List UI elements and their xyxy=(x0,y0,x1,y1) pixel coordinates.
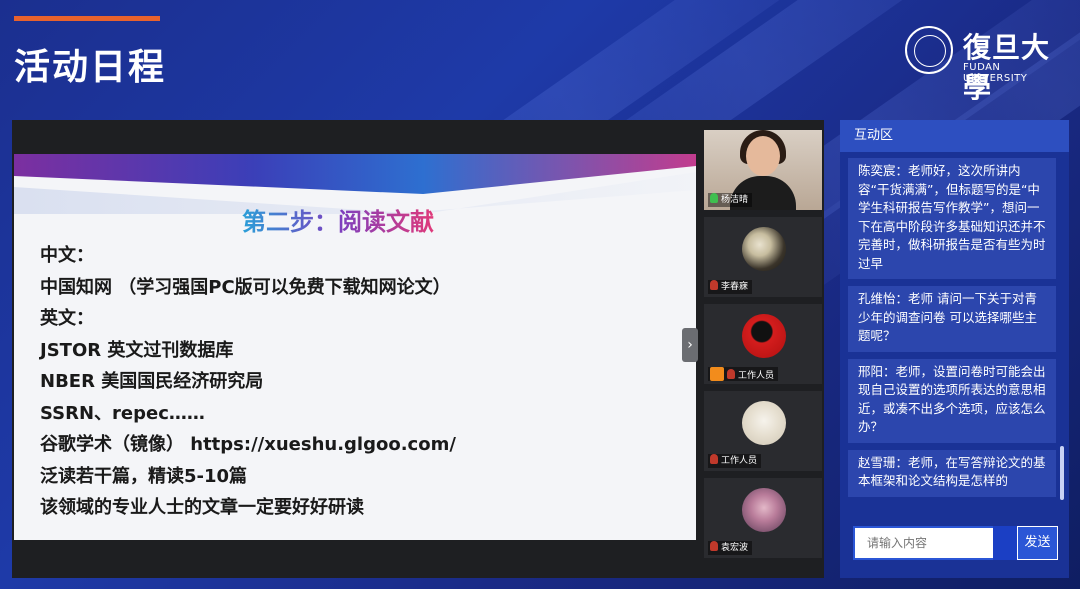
participant-name-tag: 袁宏波 xyxy=(708,541,753,555)
chat-input-accent xyxy=(993,526,1017,560)
chat-message: 邢阳：老师，设置问卷时可能会出现自己设置的选项所表达的意思相近，或凑不出多个选项… xyxy=(848,358,1056,443)
chat-scrollbar[interactable] xyxy=(1060,446,1064,500)
slide-line: 中国知网 （学习强国PC版可以免费下载知网论文） xyxy=(40,276,451,298)
chat-message-list[interactable]: 陈奕宸：老师好，这次所讲内容“干货满满”，但标题写的是“中学生科研报告写作教学”… xyxy=(848,158,1056,504)
participant-name: 工作人员 xyxy=(721,456,758,466)
fudan-logo: 復旦大學 FUDAN UNIVERSITY xyxy=(905,26,1065,104)
participant-name-tag: 李春寐 xyxy=(708,280,753,294)
participant-tile[interactable]: 杨洁晴 xyxy=(704,130,822,210)
chat-input-area: 发送 xyxy=(853,526,1058,560)
logo-english-name: FUDAN UNIVERSITY xyxy=(963,62,1028,84)
mic-muted-icon xyxy=(710,541,718,551)
participant-name: 袁宏波 xyxy=(721,543,749,553)
slide-line: 谷歌学术（镜像） https://xueshu.glgoo.com/ xyxy=(40,434,456,455)
slide-line: 泛读若干篇，精读5-10篇 xyxy=(40,465,248,487)
shared-slide: 第二步：阅读文献 中文： 中国知网 （学习强国PC版可以免费下载知网论文） 英文… xyxy=(14,154,696,540)
slide-heading: 第二步：阅读文献 xyxy=(242,202,434,237)
chat-message: 孔维怡：老师 请问一下关于对青少年的调查问卷 可以选择哪些主题呢？ xyxy=(848,286,1056,352)
participant-tile[interactable]: 工作人员 xyxy=(704,304,822,384)
chat-title: 互动区 xyxy=(840,120,1069,152)
chat-panel: 互动区 陈奕宸：老师好，这次所讲内容“干货满满”，但标题写的是“中学生科研报告写… xyxy=(840,120,1069,578)
page-title: 活动日程 xyxy=(14,47,167,88)
avatar xyxy=(742,488,786,532)
university-seal-icon xyxy=(905,26,953,74)
participant-name-tag: 工作人员 xyxy=(708,367,779,381)
participant-video-face xyxy=(746,136,780,176)
send-button[interactable]: 发送 xyxy=(1017,526,1058,560)
slide-line: 中文： xyxy=(40,245,94,266)
participant-tile[interactable]: 袁宏波 xyxy=(704,478,822,558)
participant-tile[interactable]: 工作人员 xyxy=(704,391,822,471)
participant-name: 杨洁晴 xyxy=(721,195,749,205)
participant-name-tag: 杨洁晴 xyxy=(708,193,753,207)
collapse-panel-button[interactable]: › xyxy=(682,328,698,362)
chat-message: 陈奕宸：老师好，这次所讲内容“干货满满”，但标题写的是“中学生科研报告写作教学”… xyxy=(848,158,1056,279)
slide-line: JSTOR 英文过刊数据库 xyxy=(40,339,234,361)
participant-name-tag: 工作人员 xyxy=(708,454,762,468)
slide-line: SSRN、repec…… xyxy=(40,402,205,424)
meeting-window: 第二步：阅读文献 中文： 中国知网 （学习强国PC版可以免费下载知网论文） 英文… xyxy=(12,120,824,578)
mic-muted-icon xyxy=(710,280,718,290)
participant-tile[interactable]: 李春寐 xyxy=(704,217,822,297)
participant-name: 工作人员 xyxy=(738,371,775,381)
participant-list: 杨洁晴 李春寐 工作人员 工作人员 袁宏波 xyxy=(704,130,822,565)
mic-muted-icon xyxy=(710,454,718,464)
slide-line: NBER 美国国民经济研究局 xyxy=(40,371,264,392)
person-icon xyxy=(710,367,724,381)
avatar xyxy=(742,227,786,271)
avatar xyxy=(742,401,786,445)
slide-line: 英文： xyxy=(40,308,94,329)
mic-on-icon xyxy=(710,193,718,203)
chevron-right-icon: › xyxy=(687,337,693,353)
chat-message: 赵雪珊：老师，在写答辩论文的基本框架和论文结构是怎样的 xyxy=(848,449,1056,497)
avatar xyxy=(742,314,786,358)
accent-bar xyxy=(14,16,160,21)
slide-content: 中文： 中国知网 （学习强国PC版可以免费下载知网论文） 英文： JSTOR 英… xyxy=(40,240,456,524)
mic-muted-icon xyxy=(727,369,735,379)
slide-line: 该领域的专业人士的文章一定要好好研读 xyxy=(40,497,364,518)
participant-name: 李春寐 xyxy=(721,282,749,292)
